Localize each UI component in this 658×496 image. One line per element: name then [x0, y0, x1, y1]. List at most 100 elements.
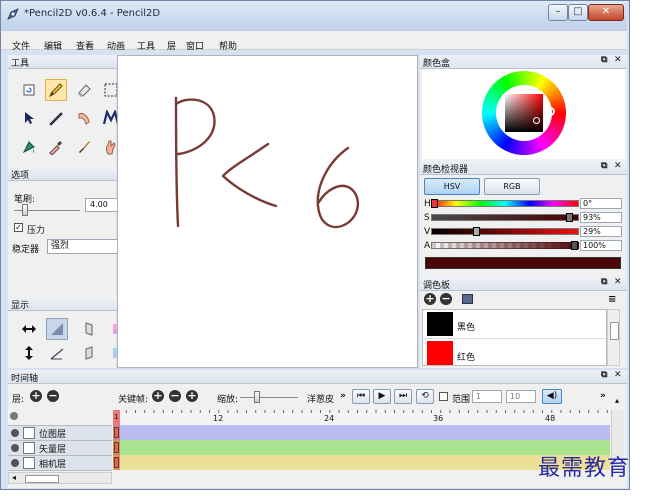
add-keyframe-icon[interactable]: + [152, 390, 164, 402]
keyframe[interactable] [114, 457, 119, 468]
color-box-title: 颜色盒 [423, 59, 451, 69]
pen-tool-icon[interactable] [45, 107, 67, 129]
pressure-checkbox[interactable]: ✓ [14, 223, 23, 232]
range-start-input[interactable]: 1 [472, 390, 502, 403]
scroll-up-icon[interactable]: ▴ [615, 396, 619, 405]
layer-row-vector[interactable]: 矢量层 [8, 440, 112, 455]
track-vector[interactable] [113, 440, 610, 455]
sound-button[interactable]: ◀) [542, 389, 562, 404]
hue-input[interactable]: 0° [580, 198, 622, 209]
menu-view[interactable]: 查看 [76, 39, 94, 52]
rgb-tab[interactable]: RGB [484, 178, 540, 195]
hsv-tab[interactable]: HSV [424, 178, 480, 195]
value-slider-handle[interactable] [473, 227, 480, 236]
jump-start-button[interactable]: ⏮ [352, 389, 370, 404]
range-end-input[interactable]: 10 [506, 390, 536, 403]
layer-row-camera[interactable]: 相机层 [8, 455, 112, 471]
outlines-icon[interactable] [46, 318, 68, 340]
add-color-icon[interactable]: + [424, 293, 436, 305]
eraser-tool-icon[interactable] [73, 79, 95, 101]
value-slider[interactable] [431, 228, 579, 235]
saturation-value-square[interactable] [505, 94, 543, 132]
sv-picker-ring[interactable] [533, 117, 540, 124]
clear-tool-icon[interactable] [18, 79, 40, 101]
zoom-slider[interactable] [240, 397, 298, 398]
saturation-slider[interactable] [431, 214, 579, 221]
layer-visibility-icon[interactable] [11, 444, 19, 452]
pencil-tool-icon[interactable] [45, 79, 67, 101]
color-box-float-icon[interactable]: ⧉ [601, 55, 607, 65]
maximize-button[interactable]: □ [568, 4, 588, 21]
remove-layer-icon[interactable]: − [47, 390, 59, 402]
alpha-input[interactable]: 100% [580, 240, 622, 251]
close-button[interactable]: ✕ [588, 4, 624, 21]
palette-menu-icon[interactable]: ≡ [608, 294, 616, 305]
visibility-all-icon[interactable] [10, 412, 18, 420]
menu-animation[interactable]: 动画 [107, 39, 125, 52]
palette-title: 调色板 [423, 281, 451, 291]
palette-item-red[interactable]: 红色 [423, 339, 606, 365]
menu-file[interactable]: 文件 [12, 39, 30, 52]
hue-slider[interactable] [431, 200, 579, 207]
timeline-float-icon[interactable]: ⧉ [601, 370, 607, 380]
keyframe[interactable] [114, 427, 119, 438]
menu-help[interactable]: 帮助 [219, 39, 237, 52]
palette-scrollbar-thumb[interactable] [610, 322, 619, 340]
keyframe[interactable] [114, 442, 119, 453]
move-tool-icon[interactable] [18, 107, 40, 129]
jump-end-button[interactable]: ⏭ [394, 389, 412, 404]
a-channel-label: A [424, 241, 431, 251]
palette-float-icon[interactable]: ⧉ [601, 277, 607, 287]
hue-slider-handle[interactable] [431, 199, 438, 208]
hue-picker-ring[interactable] [546, 107, 555, 116]
layer-visibility-icon[interactable] [11, 429, 19, 437]
menu-edit[interactable]: 编辑 [44, 39, 62, 52]
zoom-slider-handle[interactable] [254, 391, 260, 403]
duplicate-keyframe-icon[interactable]: + [186, 390, 198, 402]
frame-ruler[interactable]: 1 12 24 36 48 [113, 410, 610, 426]
palette-item-black[interactable]: 黑色 [423, 310, 606, 339]
more-icon[interactable]: » [340, 391, 346, 401]
color-box-close-icon[interactable]: ✕ [614, 55, 622, 65]
bucket-tool-icon[interactable] [18, 136, 40, 158]
flip-vertical-icon[interactable] [18, 342, 40, 364]
layer-hscroll-thumb[interactable] [25, 475, 59, 483]
value-input[interactable]: 29% [580, 226, 622, 237]
add-layer-icon[interactable]: + [30, 390, 42, 402]
eyedropper-tool-icon[interactable] [45, 136, 67, 158]
brush-size-slider-handle[interactable] [22, 204, 28, 216]
brush-tool-icon[interactable] [73, 136, 95, 158]
track-bitmap[interactable] [113, 425, 610, 440]
smudge-tool-icon[interactable] [73, 107, 95, 129]
palette-image-icon[interactable] [462, 294, 473, 304]
remove-color-icon[interactable]: − [440, 293, 452, 305]
remove-keyframe-icon[interactable]: − [169, 390, 181, 402]
menu-window[interactable]: 窗口 [186, 39, 204, 52]
s-channel-label: S [424, 213, 430, 223]
alpha-slider-handle[interactable] [571, 241, 578, 250]
range-checkbox[interactable] [439, 392, 448, 401]
saturation-input[interactable]: 93% [580, 212, 622, 223]
onion-prev-icon[interactable] [78, 318, 100, 340]
layer-hscrollbar[interactable]: ◂ [8, 472, 112, 484]
play-button[interactable]: ▶ [373, 389, 391, 404]
color-inspector-close-icon[interactable]: ✕ [614, 161, 622, 171]
drawing-canvas[interactable] [117, 55, 418, 368]
minimize-button[interactable]: – [548, 4, 568, 21]
layer-visibility-icon[interactable] [11, 459, 19, 467]
menu-tools[interactable]: 工具 [137, 39, 155, 52]
color-inspector-float-icon[interactable]: ⧉ [601, 161, 607, 171]
track-camera[interactable] [113, 455, 610, 470]
thin-lines-icon[interactable] [46, 342, 68, 364]
palette-scrollbar[interactable] [607, 309, 620, 366]
timeline-more-icon[interactable]: » [600, 391, 606, 401]
timeline-close-icon[interactable]: ✕ [614, 370, 622, 380]
loop-button[interactable]: ⟲ [416, 389, 434, 404]
layer-row-bitmap[interactable]: 位图层 [8, 425, 112, 440]
onion-next-icon[interactable] [78, 342, 100, 364]
saturation-slider-handle[interactable] [566, 213, 573, 222]
flip-horizontal-icon[interactable] [18, 318, 40, 340]
scroll-left-icon[interactable]: ◂ [12, 473, 16, 482]
menu-layer[interactable]: 层 [167, 39, 176, 52]
palette-close-icon[interactable]: ✕ [614, 277, 622, 287]
